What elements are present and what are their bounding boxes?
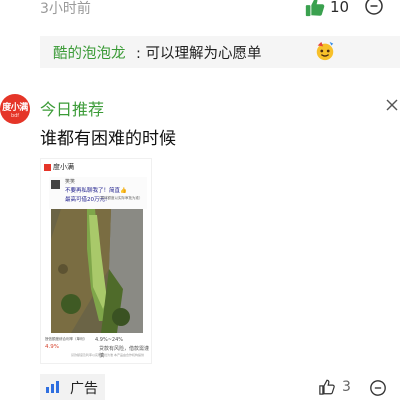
brand-logo-icon (44, 164, 51, 171)
ad-headline[interactable]: 谁都有困难的时候 (40, 124, 176, 149)
ad-image-brand: 度小满 (53, 163, 74, 171)
ad-image-disclaimer: 贷款额度及利率以实际审批为准 本产品由合作机构提供 (71, 353, 144, 357)
comment-time: 3小时前 (40, 1, 91, 17)
ad-tag-label: 广告 (70, 381, 98, 397)
like-button[interactable]: 10 (304, 0, 349, 18)
ad-image-name: 笑笑 (65, 179, 76, 185)
ad-title: 今日推荐 (40, 100, 105, 119)
ad-image-rate-range: 4.9%~24% (95, 337, 124, 343)
bar-chart-icon (46, 381, 59, 393)
reply-box[interactable]: 酷的泡泡龙 : 可以理解为心愿单 (40, 36, 400, 68)
like-count: 10 (330, 0, 350, 16)
comment-icon[interactable] (369, 379, 387, 397)
advertiser-avatar[interactable]: 度小满 bdf (0, 94, 30, 124)
ad-like-button[interactable]: 3 (318, 378, 351, 396)
party-face-emoji-icon (316, 41, 334, 61)
ad-tag[interactable]: 广告 (40, 374, 105, 400)
ad-image-photo (51, 209, 143, 333)
ad-image-rate-label: 授信额度综合利率（单利） (45, 337, 87, 341)
ad-image-card: 笑笑 不要再私聊我了！简直👍 最高可借20万元! （具体额度以实际审批为准） (49, 177, 147, 209)
close-icon[interactable] (385, 98, 399, 112)
ad-image-rate-value: 4.9% (45, 344, 59, 350)
reply-text: : 可以理解为心愿单 (136, 46, 262, 62)
ad-like-count: 3 (342, 379, 351, 395)
thumbs-up-icon (305, 0, 325, 17)
thumbs-up-icon (319, 379, 335, 395)
ad-image-avatar (51, 180, 60, 189)
ad-image-line1: 不要再私聊我了！简直👍 (65, 188, 127, 194)
ad-image[interactable]: 度小满 笑笑 不要再私聊我了！简直👍 最高可借20万元! （具体额度以实际审批为… (40, 158, 152, 364)
comment-icon[interactable] (364, 0, 384, 16)
advertiser-avatar-subtext: bdf (10, 113, 20, 119)
ad-image-line2-note: （具体额度以实际审批为准） (97, 196, 143, 200)
comment-meta-row: 3小时前 10 (0, 0, 400, 20)
advertiser-avatar-text: 度小满 (2, 103, 28, 113)
reply-username[interactable]: 酷的泡泡龙 (53, 42, 126, 63)
